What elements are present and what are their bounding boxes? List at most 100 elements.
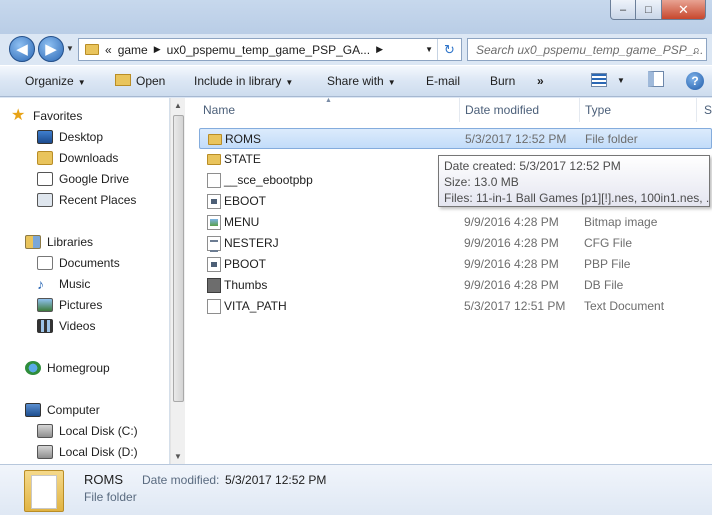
column-size[interactable]: S	[704, 103, 712, 117]
help-button[interactable]: ?	[686, 72, 704, 90]
more-commands-button[interactable]: »	[537, 74, 544, 88]
desktop-icon	[37, 130, 53, 144]
tooltip-size: Size: 13.0 MB	[444, 175, 519, 189]
close-button[interactable]: ✕	[662, 0, 706, 20]
breadcrumb-current[interactable]: ux0_pspemu_temp_game_PSP_GA...	[167, 43, 370, 57]
file-type: CFG File	[584, 236, 632, 250]
sidebar-item-pictures[interactable]: Pictures	[37, 295, 102, 315]
sidebar-item-local-disk-d[interactable]: Local Disk (D:)	[37, 442, 138, 462]
sidebar-item-label: Music	[59, 277, 91, 291]
sidebar-item-label: Homegroup	[47, 361, 110, 375]
file-row[interactable]: NESTERJ 9/9/2016 4:28 PM CFG File	[199, 233, 712, 254]
file-row[interactable]: MENU 9/9/2016 4:28 PM Bitmap image	[199, 212, 712, 233]
share-with-button[interactable]: Share with ▼	[327, 74, 396, 88]
view-options-button[interactable]: ▼	[591, 72, 625, 87]
column-divider[interactable]	[579, 98, 580, 122]
chevron-right-icon[interactable]: ▶	[376, 44, 383, 55]
column-divider[interactable]	[459, 98, 460, 122]
file-date: 9/9/2016 4:28 PM	[464, 278, 559, 292]
sidebar-item-label: Google Drive	[59, 172, 130, 186]
refresh-button[interactable]: ↻	[437, 39, 461, 60]
sidebar-item-google-drive[interactable]: Google Drive	[37, 169, 129, 189]
recent-pages-dropdown[interactable]: ▼	[66, 44, 74, 53]
title-bar: – □ ✕	[0, 0, 712, 34]
file-name: STATE	[224, 152, 261, 166]
chevron-right-icon[interactable]: ▶	[154, 44, 161, 55]
address-bar[interactable]: « game ▶ ux0_pspemu_temp_game_PSP_GA... …	[78, 38, 462, 61]
file-type: DB File	[584, 278, 624, 292]
tooltip-files: Files: 11-in-1 Ball Games [p1][!].nes, 1…	[444, 191, 710, 205]
sidebar-item-downloads[interactable]: Downloads	[37, 148, 118, 168]
sidebar-item-label: Desktop	[59, 130, 104, 144]
sidebar-item-label: Favorites	[33, 109, 83, 123]
chevron-down-icon[interactable]: ▼	[425, 45, 433, 54]
address-overflow[interactable]: «	[105, 43, 112, 57]
drive-icon	[37, 445, 53, 459]
sidebar-item-label: Videos	[59, 319, 96, 333]
documents-icon	[37, 256, 53, 270]
column-type[interactable]: Type	[585, 103, 611, 117]
preview-pane-icon	[648, 71, 664, 87]
file-icon	[207, 173, 221, 188]
file-date: 9/9/2016 4:28 PM	[464, 257, 559, 271]
app-icon	[207, 194, 221, 209]
organize-button[interactable]: Organize ▼	[25, 74, 86, 88]
column-date-modified[interactable]: Date modified	[465, 103, 539, 117]
sidebar-item-music[interactable]: ♪ Music	[37, 274, 90, 294]
cfg-icon	[207, 236, 221, 252]
bitmap-icon	[207, 215, 221, 230]
scroll-up-icon[interactable]: ▲	[174, 101, 182, 110]
back-button[interactable]: ◀	[9, 36, 35, 62]
sidebar-item-label: Recent Places	[59, 193, 137, 207]
search-input[interactable]: Search ux0_pspemu_temp_game_PSP_... ⌕	[467, 38, 707, 61]
include-in-library-button[interactable]: Include in library ▼	[194, 74, 293, 88]
file-date: 5/3/2017 12:51 PM	[464, 299, 566, 313]
sidebar-item-computer[interactable]: Computer	[25, 400, 100, 420]
sidebar-item-label: Downloads	[59, 151, 119, 165]
share-with-label: Share with	[327, 74, 384, 88]
file-row[interactable]: VITA_PATH 5/3/2017 12:51 PM Text Documen…	[199, 296, 712, 317]
command-bar: Organize ▼ Open Include in library ▼ Share…	[0, 65, 712, 97]
file-date: 9/9/2016 4:28 PM	[464, 215, 559, 229]
folder-icon	[207, 154, 221, 165]
breadcrumb-game[interactable]: game	[118, 43, 148, 57]
tooltip-date-created: Date created: 5/3/2017 12:52 PM	[444, 159, 621, 173]
maximize-button[interactable]: □	[636, 0, 662, 20]
file-type: Text Document	[584, 299, 665, 313]
scroll-down-icon[interactable]: ▼	[174, 452, 182, 461]
computer-icon	[25, 403, 41, 417]
forward-button[interactable]: ▶	[38, 36, 64, 62]
sidebar-item-label: Local Disk (C:)	[59, 424, 138, 438]
file-row[interactable]: ROMS 5/3/2017 12:52 PM File folder	[199, 128, 712, 149]
sidebar-item-libraries[interactable]: Libraries	[25, 232, 93, 252]
file-type: Bitmap image	[584, 215, 658, 229]
google-drive-icon	[37, 172, 53, 186]
file-row[interactable]: Thumbs 9/9/2016 4:28 PM DB File	[199, 275, 712, 296]
sidebar-item-homegroup[interactable]: Homegroup	[25, 358, 110, 378]
sidebar-item-documents[interactable]: Documents	[37, 253, 120, 273]
file-name: ROMS	[225, 132, 261, 146]
file-name: VITA_PATH	[224, 299, 287, 313]
details-type: File folder	[84, 490, 137, 504]
sidebar-item-favorites[interactable]: ★ Favorites	[11, 106, 82, 126]
db-icon	[207, 278, 221, 293]
navigation-pane-scrollbar[interactable]: ▲ ▼	[170, 98, 185, 464]
email-button[interactable]: E-mail	[426, 74, 460, 88]
folder-info-tooltip: Date created: 5/3/2017 12:52 PM Size: 13…	[438, 155, 710, 207]
file-row[interactable]: PBOOT 9/9/2016 4:28 PM PBP File	[199, 254, 712, 275]
file-name: EBOOT	[224, 194, 267, 208]
column-divider[interactable]	[696, 98, 697, 122]
details-pane: ROMS Date modified: 5/3/2017 12:52 PM Fi…	[0, 464, 712, 515]
sidebar-item-recent-places[interactable]: Recent Places	[37, 190, 136, 210]
sidebar-item-label: Libraries	[47, 235, 94, 249]
scrollbar-thumb[interactable]	[173, 115, 184, 402]
sidebar-item-videos[interactable]: Videos	[37, 316, 95, 336]
window-controls: – □ ✕	[610, 0, 706, 20]
burn-button[interactable]: Burn	[490, 74, 515, 88]
sidebar-item-desktop[interactable]: Desktop	[37, 127, 103, 147]
preview-pane-button[interactable]	[648, 71, 664, 90]
minimize-button[interactable]: –	[610, 0, 636, 20]
open-button[interactable]: Open	[115, 74, 165, 88]
sidebar-item-local-disk-c[interactable]: Local Disk (C:)	[37, 421, 138, 441]
column-name[interactable]: Name	[203, 103, 235, 117]
